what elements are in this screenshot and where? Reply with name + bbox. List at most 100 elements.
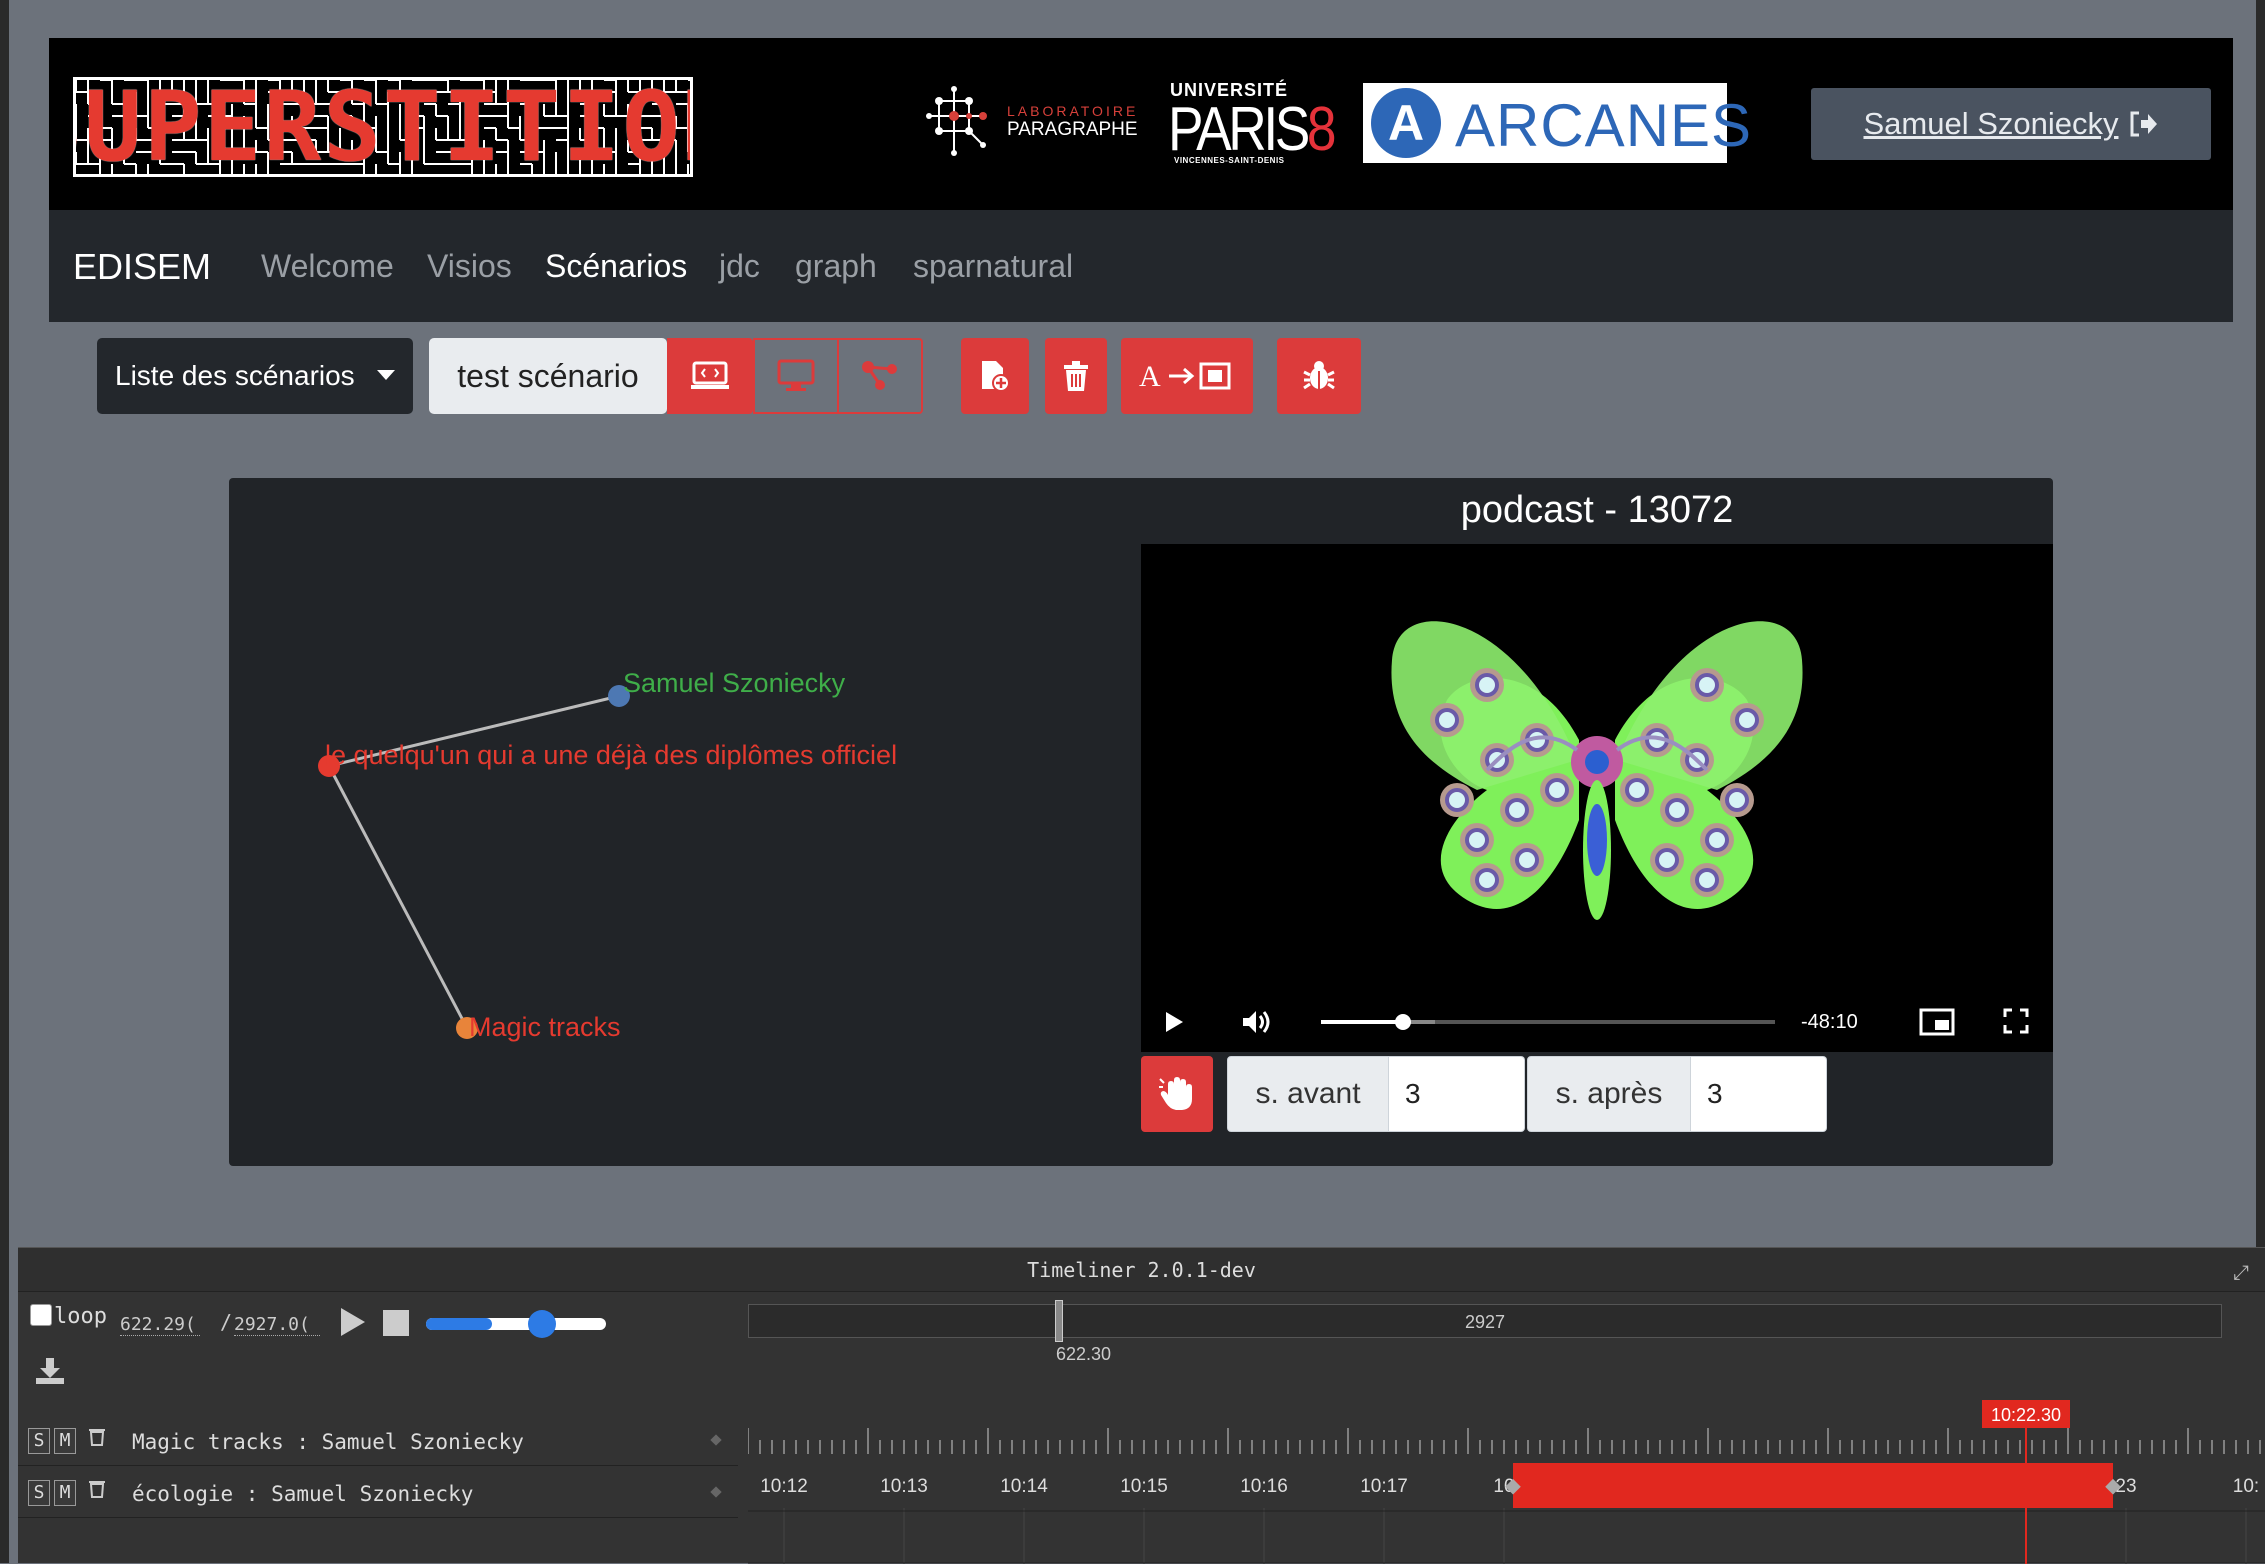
delete-button[interactable] [1045, 338, 1107, 414]
wing-spot-center [1519, 852, 1535, 868]
mute-button[interactable]: M [54, 1480, 76, 1506]
zoom-handle[interactable] [527, 1310, 556, 1338]
nav-sparnatural[interactable]: sparnatural [913, 248, 1073, 285]
video-player[interactable] [1141, 544, 2053, 994]
ruler-grid [748, 1508, 2265, 1564]
new-file-button[interactable] [961, 338, 1029, 414]
scenario-graph[interactable]: Samuel Szoniecky le quelqu'un qui a une … [229, 478, 1129, 1166]
seek-handle[interactable] [1394, 1014, 1411, 1030]
scroll-current: 622.30 [1056, 1344, 1112, 1364]
arcanes-icon: A [1371, 88, 1441, 158]
main-panel: Liste des scénarios test scénario A Samu… [81, 322, 2201, 1247]
dropdown-label: Liste des scénarios [115, 360, 355, 391]
ruler-label: 10:15 [1120, 1476, 1168, 1497]
wing-spot-center [1699, 872, 1715, 888]
ruler-label: 10:16 [1240, 1476, 1288, 1497]
new-file-icon [982, 361, 1010, 392]
nav-scenarios[interactable]: Scénarios [545, 248, 687, 285]
play-icon[interactable] [1163, 1010, 1185, 1034]
nav-visios[interactable]: Visios [427, 248, 512, 285]
wing-spot-center [1709, 832, 1725, 848]
download-icon[interactable] [34, 1356, 66, 1386]
fullscreen-icon[interactable] [2003, 1008, 2029, 1034]
segments-before-group: s. avant 3 [1227, 1056, 1525, 1132]
current-time-input[interactable]: 622.29( [120, 1314, 200, 1336]
scroll-total: 2927 [1464, 1312, 1506, 1332]
track-trash-icon[interactable] [88, 1478, 106, 1498]
scroll-thumb[interactable] [1055, 1300, 1063, 1342]
media-title: podcast - 13072 [1460, 488, 1734, 531]
zoom-fill [426, 1318, 492, 1330]
nav-jdc[interactable]: jdc [719, 248, 760, 285]
superstition-logo[interactable]: SUPERSTITION [73, 77, 693, 177]
volume-icon[interactable] [1241, 1008, 1273, 1036]
nav-graph[interactable]: graph [795, 248, 877, 285]
track-row[interactable]: S M Magic tracks : Samuel Szoniecky [18, 1414, 738, 1466]
hand-icon [1159, 1077, 1192, 1110]
arcanes-logo[interactable]: A ARCANES [1363, 83, 1751, 163]
seek-progress [1321, 1020, 1403, 1024]
mute-button[interactable]: M [54, 1428, 76, 1454]
ruler-ticks [748, 1428, 2261, 1454]
graph-edge-2 [327, 765, 469, 1029]
paris8-wordmark: PARIS8 [1168, 94, 1337, 165]
scenario-name-button[interactable]: test scénario [429, 338, 667, 414]
segments-after-input[interactable]: 3 [1691, 1056, 1827, 1132]
picture-in-picture-icon[interactable] [1919, 1008, 1955, 1036]
track-label: Magic tracks : Samuel Szoniecky [132, 1430, 524, 1454]
wing-spot-center [1479, 872, 1495, 888]
wing-spot-center [1739, 712, 1755, 728]
butterfly-artwork [1391, 621, 1803, 920]
paragraphe-logo[interactable]: LABORATOIRE PARAGRAPHE [925, 83, 1177, 163]
ruler-label: 10: [2233, 1476, 2259, 1497]
wing-spot-center [1479, 677, 1495, 693]
trash-icon [1064, 361, 1088, 391]
monitor-button[interactable] [753, 338, 839, 414]
wing-spot-center [1659, 852, 1675, 868]
wing-spot-center [1469, 832, 1485, 848]
track-row[interactable]: S M écologie : Samuel Szoniecky [18, 1466, 738, 1518]
seek-bar[interactable] [1321, 1014, 1775, 1030]
scenario-list-dropdown[interactable]: Liste des scénarios [97, 338, 413, 414]
segments-before-input[interactable]: 3 [1389, 1056, 1525, 1132]
network-button[interactable] [837, 338, 923, 414]
timeline-play-icon[interactable] [338, 1306, 368, 1338]
keyframe-diamond-icon[interactable] [710, 1434, 722, 1446]
zoom-slider[interactable] [426, 1310, 606, 1338]
arcanes-text: ARCANES [1455, 92, 1753, 159]
timeline-ruler[interactable]: 10:12 10:13 10:14 10:15 10:16 10:17 10 23 10: 10… [748, 1378, 2265, 1564]
graph-label-samuel: Samuel Szoniecky [623, 668, 846, 698]
graph-label-magic: Magic tracks [469, 1012, 621, 1042]
grab-button[interactable] [1141, 1056, 1213, 1132]
text-to-frame-button[interactable]: A [1121, 338, 1253, 414]
caret-down-icon [377, 370, 395, 380]
track-segment[interactable] [1513, 1463, 2113, 1508]
resize-icon[interactable]: ⤢ [2233, 1260, 2249, 1284]
timeliner-title: Timeliner 2.0.1-dev [18, 1248, 2265, 1292]
track-trash-icon[interactable] [88, 1426, 106, 1446]
loop-checkbox[interactable] [30, 1304, 52, 1326]
logo-text: SUPERSTITION [76, 77, 690, 177]
code-view-button[interactable] [667, 338, 753, 414]
ruler-label: 10:13 [880, 1476, 928, 1497]
paris8-sub: VINCENNES-SAINT-DENIS [1174, 156, 1285, 165]
total-time-input[interactable]: 2927.0( [234, 1314, 320, 1336]
nav-welcome[interactable]: Welcome [261, 248, 394, 285]
brand[interactable]: EDISEM [73, 246, 211, 288]
solo-button[interactable]: S [28, 1480, 50, 1506]
lab-line2: PARAGRAPHE [1007, 119, 1138, 140]
debug-button[interactable] [1277, 338, 1361, 414]
wing-spot-center [1449, 792, 1465, 808]
paris8-logo[interactable]: UNIVERSITÉ PARIS8 VINCENNES-SAINT-DENIS [1168, 80, 1340, 166]
paris8-name: PARIS [1168, 95, 1310, 164]
timeline-scrollbar[interactable]: 2927 [748, 1304, 2222, 1338]
timeline-stop-icon[interactable] [383, 1310, 409, 1336]
keyframe-diamond-icon[interactable] [710, 1486, 722, 1498]
text-to-frame-icon: A [1139, 360, 1231, 393]
header-bar: SUPERSTITION LABORATOIRE PARAGRAPHE [49, 38, 2233, 210]
user-logout-button[interactable]: Samuel Szoniecky [1811, 88, 2211, 160]
time-separator: / [220, 1310, 233, 1334]
solo-button[interactable]: S [28, 1428, 50, 1454]
timeliner-panel: Timeliner 2.0.1-dev ⤢ loop 622.29( / 292… [18, 1247, 2265, 1564]
network-icon [862, 361, 897, 390]
